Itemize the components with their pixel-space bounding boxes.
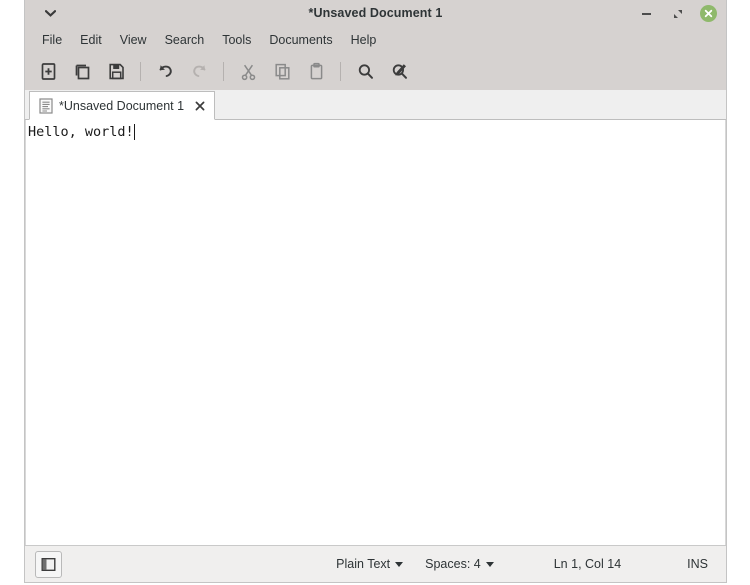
undo-arrow-icon bbox=[155, 61, 176, 82]
open-folder-icon bbox=[73, 62, 92, 81]
copy-pages-icon bbox=[273, 62, 292, 81]
editor-text: Hello, world! bbox=[28, 123, 134, 141]
menu-item-help[interactable]: Help bbox=[342, 30, 386, 50]
cursor-position: Ln 1, Col 14 bbox=[550, 555, 625, 573]
insert-mode-indicator[interactable]: INS bbox=[683, 555, 712, 573]
clipboard-icon bbox=[307, 62, 326, 81]
toolbar-separator-3 bbox=[340, 62, 341, 81]
menu-bar: File Edit View Search Tools Documents He… bbox=[25, 27, 726, 52]
copy-button[interactable] bbox=[265, 55, 299, 87]
undo-button[interactable] bbox=[148, 55, 182, 87]
new-document-icon bbox=[39, 62, 58, 81]
search-magnifier-icon bbox=[356, 62, 375, 81]
language-label: Plain Text bbox=[336, 557, 390, 571]
tab-bar: *Unsaved Document 1 bbox=[25, 90, 726, 120]
new-document-button[interactable] bbox=[31, 55, 65, 87]
title-bar: *Unsaved Document 1 bbox=[25, 0, 726, 27]
document-lines-icon bbox=[39, 98, 53, 114]
redo-arrow-icon bbox=[189, 61, 210, 82]
status-bar: Plain Text Spaces: 4 Ln 1, Col 14 INS bbox=[25, 545, 726, 582]
find-replace-icon bbox=[390, 62, 409, 81]
side-panel-toggle-button[interactable] bbox=[35, 551, 62, 578]
menu-item-documents[interactable]: Documents bbox=[260, 30, 341, 50]
save-floppy-icon bbox=[107, 62, 126, 81]
menu-item-search[interactable]: Search bbox=[156, 30, 214, 50]
tab-label: *Unsaved Document 1 bbox=[59, 99, 184, 113]
text-cursor bbox=[134, 124, 136, 140]
toolbar-separator-1 bbox=[140, 62, 141, 81]
toolbar-separator-2 bbox=[223, 62, 224, 81]
paste-button[interactable] bbox=[299, 55, 333, 87]
indent-label: Spaces: 4 bbox=[425, 557, 481, 571]
find-button[interactable] bbox=[348, 55, 382, 87]
side-panel-icon bbox=[41, 557, 56, 572]
cut-button[interactable] bbox=[231, 55, 265, 87]
menu-item-file[interactable]: File bbox=[33, 30, 71, 50]
chevron-down-icon bbox=[395, 562, 403, 567]
toolbar bbox=[25, 52, 726, 90]
window-title: *Unsaved Document 1 bbox=[25, 0, 726, 27]
screen: *Unsaved Document 1 bbox=[0, 0, 750, 585]
restore-button[interactable] bbox=[668, 4, 687, 23]
save-document-button[interactable] bbox=[99, 55, 133, 87]
tab-unsaved-document-1[interactable]: *Unsaved Document 1 bbox=[29, 91, 215, 120]
close-button[interactable] bbox=[699, 4, 718, 23]
menu-item-tools[interactable]: Tools bbox=[213, 30, 260, 50]
tab-close-icon[interactable] bbox=[192, 98, 207, 113]
text-editor-area[interactable]: Hello, world! bbox=[25, 120, 726, 545]
editor-content-line: Hello, world! bbox=[28, 123, 135, 141]
chevron-down-icon bbox=[486, 562, 494, 567]
open-document-button[interactable] bbox=[65, 55, 99, 87]
replace-button[interactable] bbox=[382, 55, 416, 87]
minimize-button[interactable] bbox=[637, 4, 656, 23]
menu-item-view[interactable]: View bbox=[111, 30, 156, 50]
minimize-icon bbox=[642, 13, 651, 15]
restore-icon bbox=[672, 8, 684, 20]
close-icon bbox=[700, 5, 717, 22]
language-selector[interactable]: Plain Text bbox=[332, 555, 407, 573]
indent-selector[interactable]: Spaces: 4 bbox=[421, 555, 498, 573]
menu-item-edit[interactable]: Edit bbox=[71, 30, 111, 50]
redo-button[interactable] bbox=[182, 55, 216, 87]
window-controls bbox=[637, 0, 718, 27]
gedit-window: *Unsaved Document 1 bbox=[24, 0, 727, 583]
scissors-icon bbox=[239, 62, 258, 81]
